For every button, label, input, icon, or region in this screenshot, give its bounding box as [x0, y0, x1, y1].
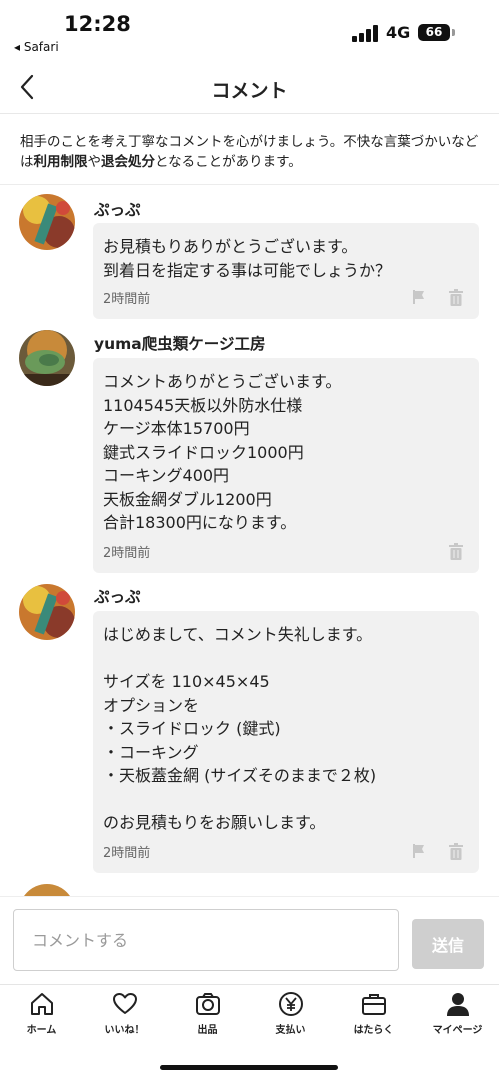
back-to-safari-link[interactable]: ◂ Safari — [14, 40, 59, 54]
nav-item-home[interactable]: ホーム — [0, 991, 83, 1041]
comment-list[interactable]: ぷっぷ お見積もりありがとうございます。 到着日を指定する事は可能でしょうか？ … — [0, 190, 499, 896]
comment-time: 2時間前 — [103, 846, 151, 861]
notice-usage-restriction: 利用制限 — [33, 154, 88, 170]
nav-label: はたらく — [353, 1025, 394, 1036]
trash-icon[interactable] — [449, 289, 463, 306]
comment-input-area: 送信 — [0, 896, 499, 984]
page-title: コメント — [211, 80, 288, 102]
comment-item: ぷっぷ はじめまして、コメント失礼します。 サイズを 110×45×45 オプシ… — [0, 580, 499, 880]
nav-item-sell[interactable]: 出品 — [166, 991, 249, 1041]
nav-item-work[interactable]: はたらく — [332, 991, 415, 1041]
nav-label: 出品 — [197, 1025, 218, 1036]
signal-icon — [352, 24, 380, 42]
home-indicator — [160, 1065, 338, 1070]
comment-author[interactable]: ぷっぷ — [94, 198, 141, 220]
briefcase-icon — [361, 994, 386, 1015]
comment-input[interactable] — [13, 909, 399, 971]
nav-item-likes[interactable]: いいね！ — [83, 991, 166, 1041]
nav-label: マイページ — [432, 1025, 483, 1036]
avatar[interactable] — [19, 194, 75, 250]
notice-text-2: や — [87, 154, 102, 170]
status-time: 12:28 — [64, 12, 131, 36]
bottom-nav: ホーム いいね！ 出品 支払い はたらく マイページ — [0, 984, 499, 1080]
comment-guideline-notice: 相手のことを考え丁寧なコメントを心がけましょう。不快な言葉づかいなどは利用制限や… — [20, 132, 485, 172]
nav-label: ホーム — [26, 1025, 57, 1036]
comment-time: 2時間前 — [103, 292, 151, 307]
nav-label: 支払い — [275, 1025, 306, 1036]
comment-item: ぷっぷ お見積もりありがとうございます。 到着日を指定する事は可能でしょうか？ … — [0, 190, 499, 325]
camera-icon — [195, 993, 220, 1015]
network-type: 4G — [386, 23, 411, 42]
avatar[interactable] — [19, 330, 75, 386]
avatar-image — [19, 330, 75, 386]
trash-icon[interactable] — [449, 543, 463, 560]
status-bar: 12:28 ◂ Safari 4G 66 — [0, 0, 499, 62]
comment-bubble: お見積もりありがとうございます。 到着日を指定する事は可能でしょうか？ 2時間前 — [93, 223, 479, 319]
comment-author[interactable]: yuma爬虫類ケージ工房 — [94, 332, 265, 354]
comment-text: お見積もりありがとうございます。 到着日を指定する事は可能でしょうか？ — [103, 237, 392, 280]
comment-text: はじめまして、コメント失礼します。 サイズを 110×45×45 オプションを … — [103, 625, 377, 832]
comment-time: 2時間前 — [103, 546, 151, 561]
nav-label: いいね！ — [104, 1025, 145, 1036]
header: コメント — [0, 62, 499, 114]
divider — [0, 184, 499, 185]
trash-icon[interactable] — [449, 843, 463, 860]
heart-icon — [112, 993, 137, 1014]
comment-bubble: コメントありがとうございます。 1104545天板以外防水仕様 ケージ本体157… — [93, 358, 479, 573]
comment-author[interactable]: ぷっぷ — [94, 585, 141, 607]
comment-item: yuma爬虫類ケージ工房 コメントありがとうございます。 1104545天板以外… — [0, 325, 499, 580]
flag-icon[interactable] — [411, 289, 427, 305]
avatar-image — [19, 884, 75, 896]
nav-item-mypage[interactable]: マイページ — [416, 991, 499, 1041]
home-icon — [30, 993, 53, 1015]
notice-withdrawal: 退会処分 — [101, 154, 155, 170]
nav-item-payment[interactable]: 支払い — [249, 991, 332, 1041]
avatar[interactable] — [19, 884, 75, 896]
avatar-image — [19, 194, 75, 250]
flag-icon[interactable] — [411, 843, 427, 859]
send-button[interactable]: 送信 — [412, 919, 484, 969]
battery-nub — [452, 29, 455, 36]
yen-icon — [278, 992, 303, 1016]
person-icon — [446, 993, 469, 1016]
comment-bubble: はじめまして、コメント失礼します。 サイズを 110×45×45 オプションを … — [93, 611, 479, 873]
comment-item-partial — [0, 884, 499, 896]
avatar[interactable] — [19, 584, 75, 640]
notice-text-3: となることがあります。 — [155, 154, 302, 170]
comment-text: コメントありがとうございます。 1104545天板以外防水仕様 ケージ本体157… — [103, 372, 342, 532]
avatar-image — [19, 584, 75, 640]
battery-icon: 66 — [418, 24, 450, 41]
